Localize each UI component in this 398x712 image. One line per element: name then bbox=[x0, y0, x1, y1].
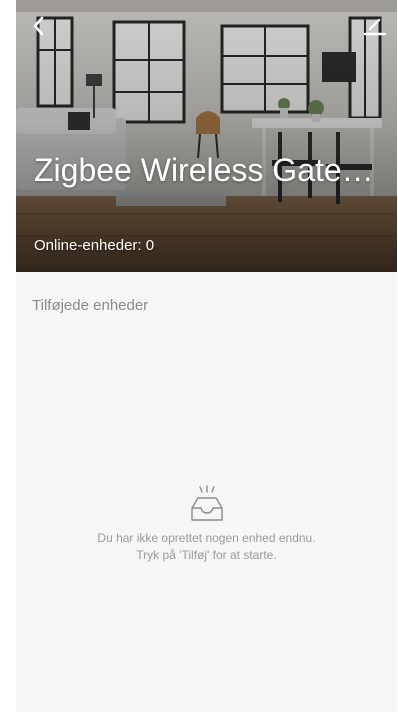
room-hero-banner: Zigbee Wireless Gateway Online-enheder: … bbox=[16, 0, 397, 272]
empty-inbox-icon bbox=[190, 485, 223, 521]
gateway-screen: Zigbee Wireless Gateway Online-enheder: … bbox=[16, 0, 397, 712]
empty-message-line-1: Du har ikke oprettet nogen enhed endnu. bbox=[97, 531, 316, 545]
added-devices-heading: Tilføjede enheder bbox=[32, 297, 149, 314]
empty-message-line-2: Tryk på 'Tilføj' for at starte. bbox=[136, 548, 277, 562]
online-devices-count: Online-enheder: 0 bbox=[34, 237, 155, 254]
back-button[interactable] bbox=[28, 12, 52, 40]
chevron-left-icon bbox=[33, 16, 44, 36]
empty-device-list: Du har ikke oprettet nogen enhed endnu. … bbox=[16, 484, 397, 564]
pencil-icon bbox=[363, 18, 387, 36]
edit-button[interactable] bbox=[361, 12, 389, 40]
device-title: Zigbee Wireless Gateway bbox=[34, 152, 394, 188]
room-background-image bbox=[16, 0, 397, 272]
